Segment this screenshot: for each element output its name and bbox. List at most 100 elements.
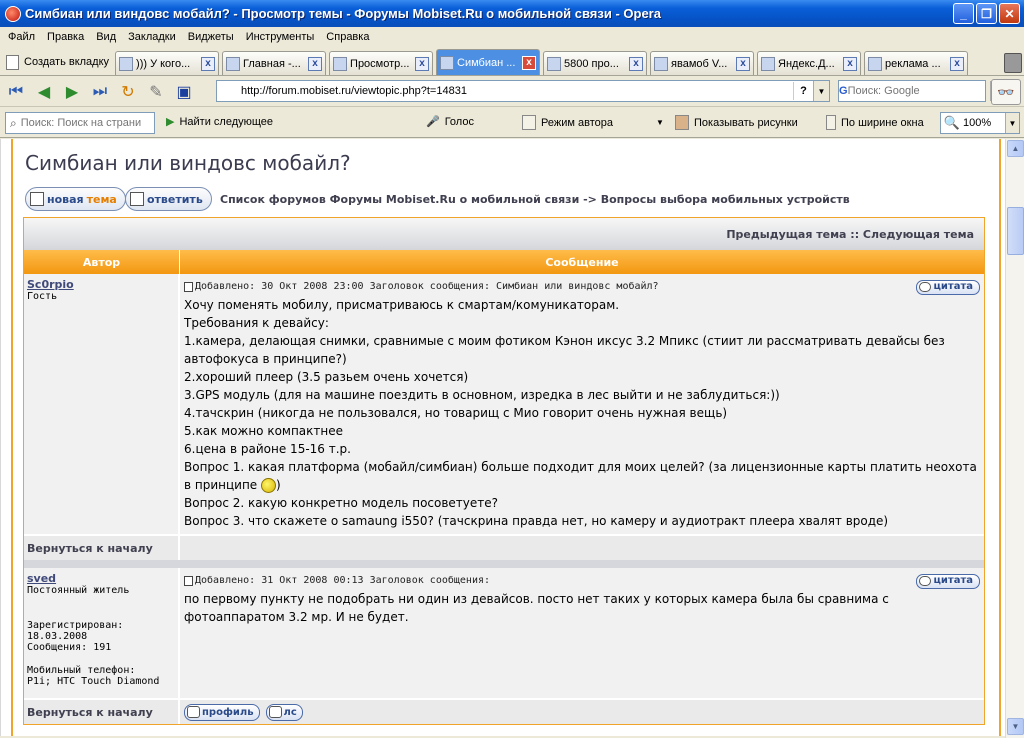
breadcrumb[interactable]: Список форумов Форумы Mobiset.Ru о мобил… bbox=[220, 193, 850, 206]
post-row: sved Постоянный житель Зарегистрирован: … bbox=[24, 568, 984, 698]
tab-close-icon[interactable]: x bbox=[736, 56, 751, 71]
quote-button[interactable]: цитата bbox=[916, 573, 980, 589]
quote-button[interactable]: цитата bbox=[916, 279, 980, 295]
tab[interactable]: Главная -... x bbox=[222, 51, 327, 75]
trash-icon[interactable] bbox=[1004, 53, 1022, 73]
post-marker-icon bbox=[184, 576, 193, 586]
prev-next-links[interactable]: Предыдущая тема :: Следующая тема bbox=[24, 218, 984, 250]
tab-close-icon[interactable]: x bbox=[629, 56, 644, 71]
image-icon bbox=[675, 115, 689, 130]
opera-logo-icon bbox=[5, 5, 21, 22]
zoom-dropdown-icon[interactable]: ▼ bbox=[1005, 113, 1019, 133]
microphone-icon: 🎤 bbox=[426, 116, 440, 128]
tab[interactable]: ))) У кого... x bbox=[115, 51, 220, 75]
new-topic-label-b: тема bbox=[86, 192, 117, 206]
zoom-control[interactable]: 🔍 100% ▼ bbox=[940, 112, 1020, 134]
show-images-button[interactable]: Показывать рисунки bbox=[675, 115, 798, 130]
author-name[interactable]: sved bbox=[27, 572, 175, 585]
tab-label: реклама ... bbox=[885, 57, 941, 70]
table-header: Автор Сообщение bbox=[24, 250, 984, 274]
column-message: Сообщение bbox=[545, 255, 619, 269]
menu-bookmarks[interactable]: Закладки bbox=[122, 31, 182, 43]
tab-active[interactable]: Симбиан ... x bbox=[436, 49, 541, 75]
post-line: 5.как можно компактнее bbox=[184, 424, 344, 438]
private-message-button[interactable]: лс bbox=[265, 703, 303, 721]
find-next-button[interactable]: ▶ Найти следующее bbox=[166, 115, 273, 129]
reply-icon bbox=[130, 192, 144, 206]
tab-close-icon[interactable]: x bbox=[415, 56, 430, 71]
find-box[interactable]: ⌕ bbox=[5, 112, 163, 134]
post-meta-text: Добавлено: 30 Окт 2008 23:00 Заголовок с… bbox=[195, 281, 659, 292]
back-icon[interactable]: ◀ bbox=[32, 81, 56, 103]
scroll-down-icon[interactable]: ▼ bbox=[1007, 718, 1024, 735]
find-input[interactable] bbox=[16, 117, 163, 129]
vertical-scrollbar[interactable]: ▲ ▼ bbox=[1005, 139, 1024, 738]
tab-label: Яндекс.Д... bbox=[778, 57, 835, 70]
address-bar[interactable]: http://forum.mobiset.ru/viewtopic.php?t=… bbox=[216, 80, 830, 102]
chevron-down-icon[interactable]: ▼ bbox=[656, 118, 664, 127]
back-to-top-link[interactable]: Вернуться к началу bbox=[24, 700, 180, 724]
edit-icon[interactable]: ✎ bbox=[144, 81, 168, 103]
posts-count: Сообщения: 191 bbox=[27, 642, 112, 653]
tab[interactable]: реклама ... x bbox=[864, 51, 969, 75]
fit-width-button[interactable]: По ширине окна bbox=[826, 115, 924, 130]
restore-button[interactable]: ❐ bbox=[976, 3, 997, 24]
post-actions bbox=[180, 536, 984, 560]
tab[interactable]: 5800 про... x bbox=[543, 51, 648, 75]
menu-widgets[interactable]: Виджеты bbox=[182, 31, 240, 43]
rewind-icon[interactable]: ⏮ bbox=[4, 81, 28, 103]
post-line: 4.тачскрин (никогда не пользовался, но т… bbox=[184, 406, 728, 420]
quote-label: цитата bbox=[933, 281, 973, 292]
zoom-glasses-icon[interactable]: 👓 bbox=[991, 79, 1021, 105]
profile-button[interactable]: профиль bbox=[184, 703, 260, 721]
tab-close-icon[interactable]: x bbox=[843, 56, 858, 71]
author-name[interactable]: Sc0rpio bbox=[27, 278, 175, 291]
quote-icon bbox=[919, 576, 932, 586]
profile-icon bbox=[187, 706, 200, 718]
address-dropdown-icon[interactable]: ▼ bbox=[813, 81, 829, 101]
menu-tools[interactable]: Инструменты bbox=[240, 31, 321, 43]
post-line: Вопрос 2. какую конкретно модель посовет… bbox=[184, 496, 499, 510]
security-info-icon[interactable]: ? bbox=[793, 82, 813, 100]
tab-close-icon[interactable]: x bbox=[950, 56, 965, 71]
new-tab-button[interactable]: Создать вкладку bbox=[0, 49, 115, 75]
address-url[interactable]: http://forum.mobiset.ru/viewtopic.php?t=… bbox=[217, 85, 793, 97]
search-box[interactable]: G ▼ bbox=[838, 80, 999, 102]
new-tab-label: Создать вкладку bbox=[24, 56, 110, 68]
scroll-up-icon[interactable]: ▲ bbox=[1007, 140, 1024, 157]
post-line: Вопрос 1. какая платформа (мобайл/симбиа… bbox=[184, 460, 977, 492]
post-line: Требования к девайсу: bbox=[184, 316, 329, 330]
fast-forward-icon[interactable]: ⏭ bbox=[88, 81, 112, 103]
tab[interactable]: Просмотр... x bbox=[329, 51, 434, 75]
scroll-thumb[interactable] bbox=[1007, 207, 1024, 255]
forward-icon[interactable]: ▶ bbox=[60, 81, 84, 103]
menu-edit[interactable]: Правка bbox=[41, 31, 90, 43]
tab-close-icon[interactable]: x bbox=[308, 56, 323, 71]
menu-bar: Файл Правка Вид Закладки Виджеты Инструм… bbox=[0, 27, 1024, 46]
back-to-top-link[interactable]: Вернуться к началу bbox=[24, 536, 180, 560]
post-meta-text: Добавлено: 31 Окт 2008 00:13 Заголовок с… bbox=[195, 575, 491, 586]
new-topic-button[interactable]: новая тема bbox=[25, 187, 126, 211]
search-input[interactable] bbox=[847, 85, 990, 97]
close-button[interactable]: ✕ bbox=[999, 3, 1020, 24]
voice-button[interactable]: 🎤 Голос bbox=[426, 115, 474, 129]
tab-label: ))) У кого... bbox=[136, 57, 191, 70]
reload-icon[interactable]: ↻ bbox=[116, 81, 140, 103]
tab[interactable]: Яндекс.Д... x bbox=[757, 51, 862, 75]
tab-close-icon[interactable]: x bbox=[201, 56, 216, 71]
menu-file[interactable]: Файл bbox=[2, 31, 41, 43]
tab-close-icon[interactable]: x bbox=[522, 55, 537, 70]
tab-label: 5800 про... bbox=[564, 57, 619, 70]
new-topic-icon bbox=[30, 192, 44, 206]
site-icon[interactable]: ▣ bbox=[172, 81, 196, 103]
menu-help[interactable]: Справка bbox=[320, 31, 375, 43]
tab-bar: Создать вкладку ))) У кого... x Главная -… bbox=[0, 47, 1024, 76]
column-author: Автор bbox=[24, 250, 180, 274]
reply-button[interactable]: ответить bbox=[125, 187, 212, 211]
tab[interactable]: явамоб V... x bbox=[650, 51, 755, 75]
navigation-bar: ⏮ ◀ ▶ ⏭ ↻ ✎ ▣ http://forum.mobiset.ru/vi… bbox=[0, 77, 1024, 107]
topic-title[interactable]: Симбиан или виндовс мобайл? bbox=[25, 151, 351, 175]
minimize-button[interactable]: _ bbox=[953, 3, 974, 24]
menu-view[interactable]: Вид bbox=[90, 31, 122, 43]
author-mode-button[interactable]: Режим автора ▼ bbox=[522, 115, 664, 130]
